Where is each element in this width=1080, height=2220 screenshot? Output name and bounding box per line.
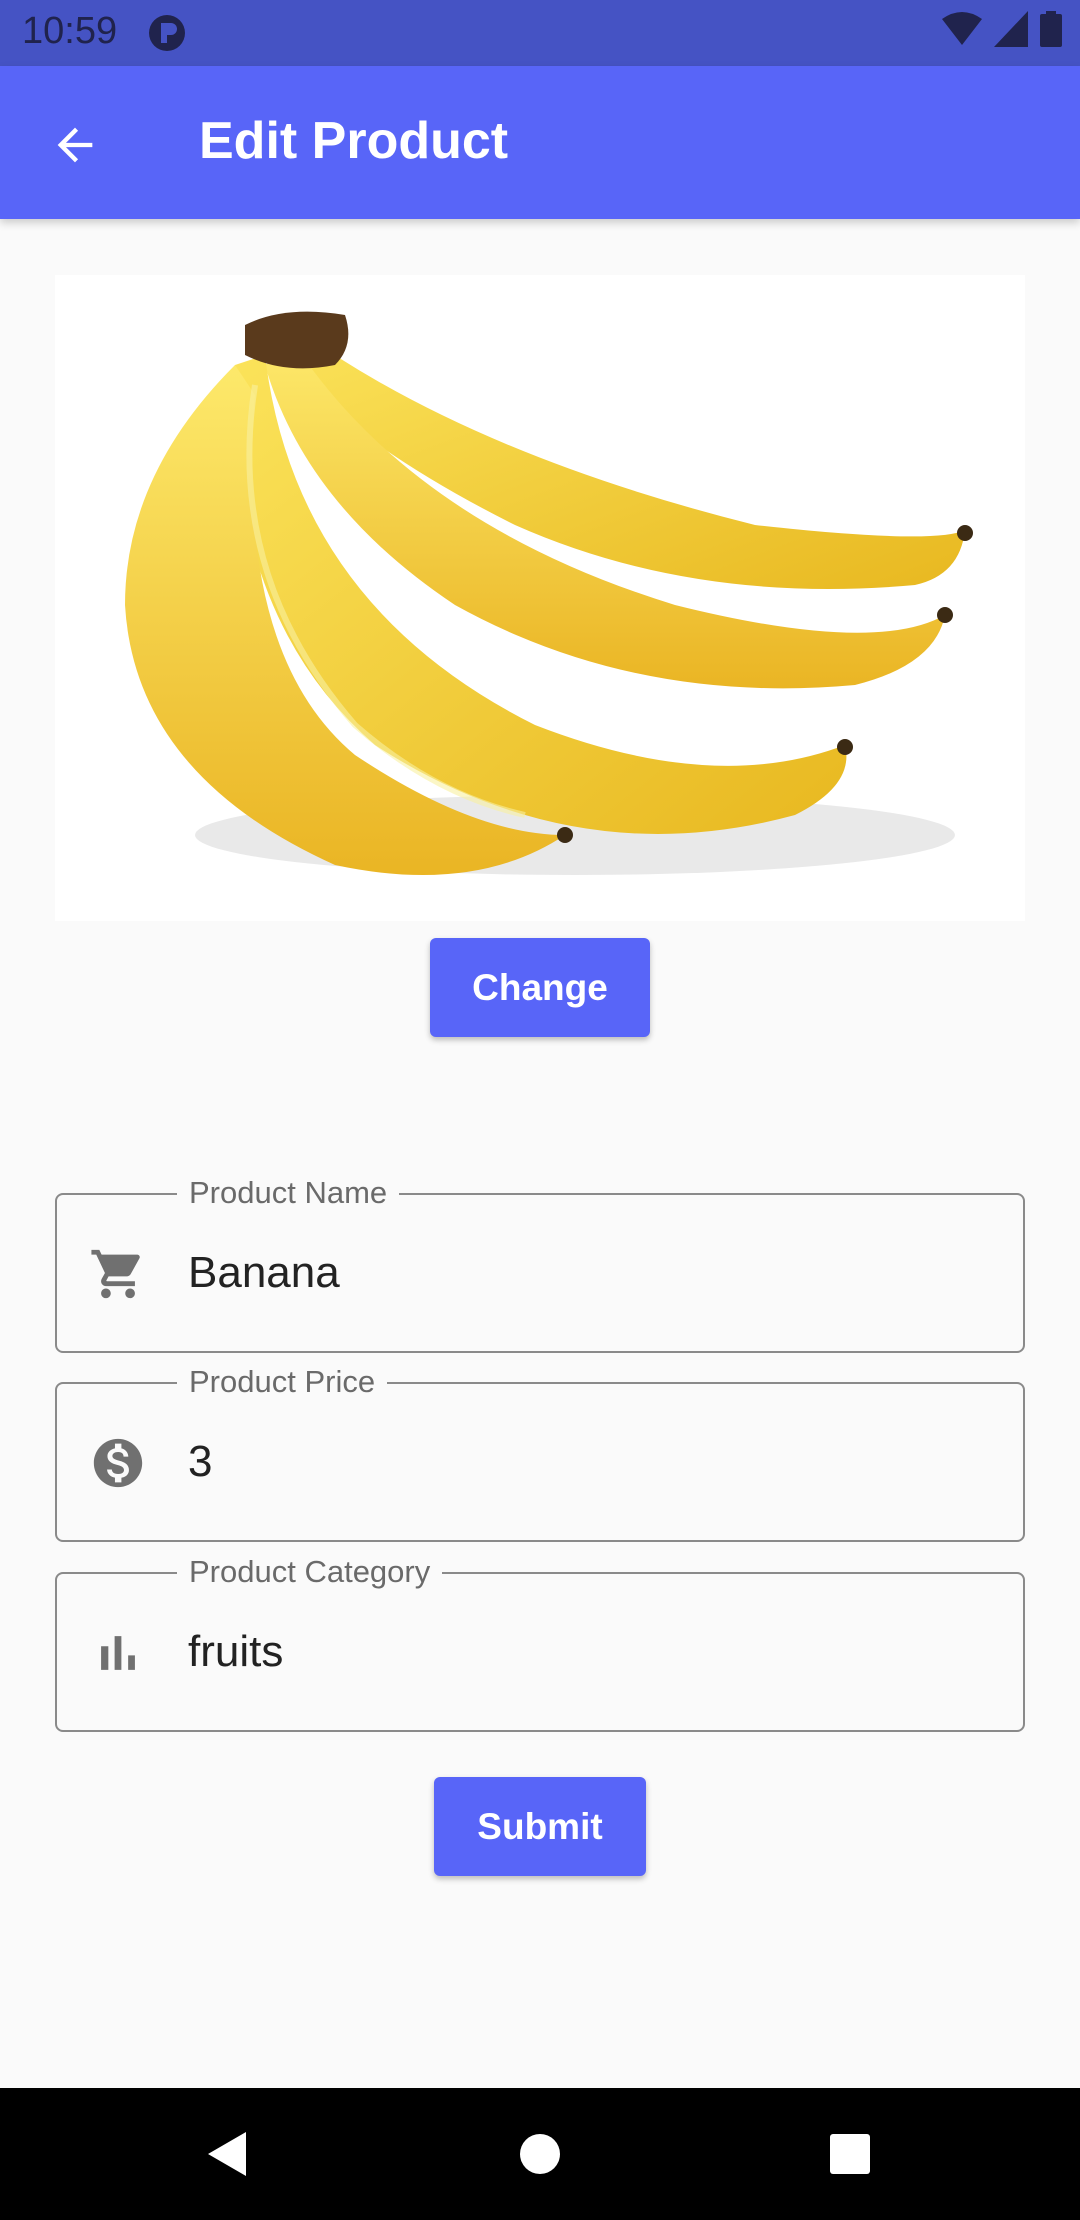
status-bar: 10:59 xyxy=(0,0,1080,66)
product-price-field[interactable]: Product Price 3 xyxy=(55,1360,1025,1542)
page-title: Edit Product xyxy=(199,112,509,170)
field-label: Product Name xyxy=(177,1171,400,1215)
dollar-icon xyxy=(89,1434,147,1492)
bar-chart-icon xyxy=(89,1624,147,1682)
cart-icon xyxy=(89,1245,147,1303)
battery-icon xyxy=(1040,11,1062,52)
product-category-input[interactable]: fruits xyxy=(188,1622,283,1682)
back-button[interactable] xyxy=(40,110,110,180)
app-bar: Edit Product xyxy=(0,66,1080,219)
field-label: Product Category xyxy=(177,1550,443,1594)
nav-recents-icon[interactable] xyxy=(822,2126,878,2182)
change-image-button[interactable]: Change xyxy=(430,938,650,1037)
product-name-input[interactable]: Banana xyxy=(188,1243,340,1303)
product-image xyxy=(55,275,1025,921)
submit-button[interactable]: Submit xyxy=(434,1777,646,1876)
arrow-back-icon xyxy=(57,127,93,163)
nav-home-icon[interactable] xyxy=(512,2126,568,2182)
product-price-input[interactable]: 3 xyxy=(188,1432,212,1492)
wifi-icon xyxy=(942,11,982,52)
system-nav-bar xyxy=(0,2088,1080,2220)
product-category-field[interactable]: Product Category fruits xyxy=(55,1550,1025,1732)
signal-icon xyxy=(994,11,1028,52)
status-time: 10:59 xyxy=(22,10,118,52)
product-name-field[interactable]: Product Name Banana xyxy=(55,1171,1025,1353)
nav-back-icon[interactable] xyxy=(200,2126,256,2182)
app-notification-icon xyxy=(148,14,186,52)
field-label: Product Price xyxy=(177,1360,388,1404)
